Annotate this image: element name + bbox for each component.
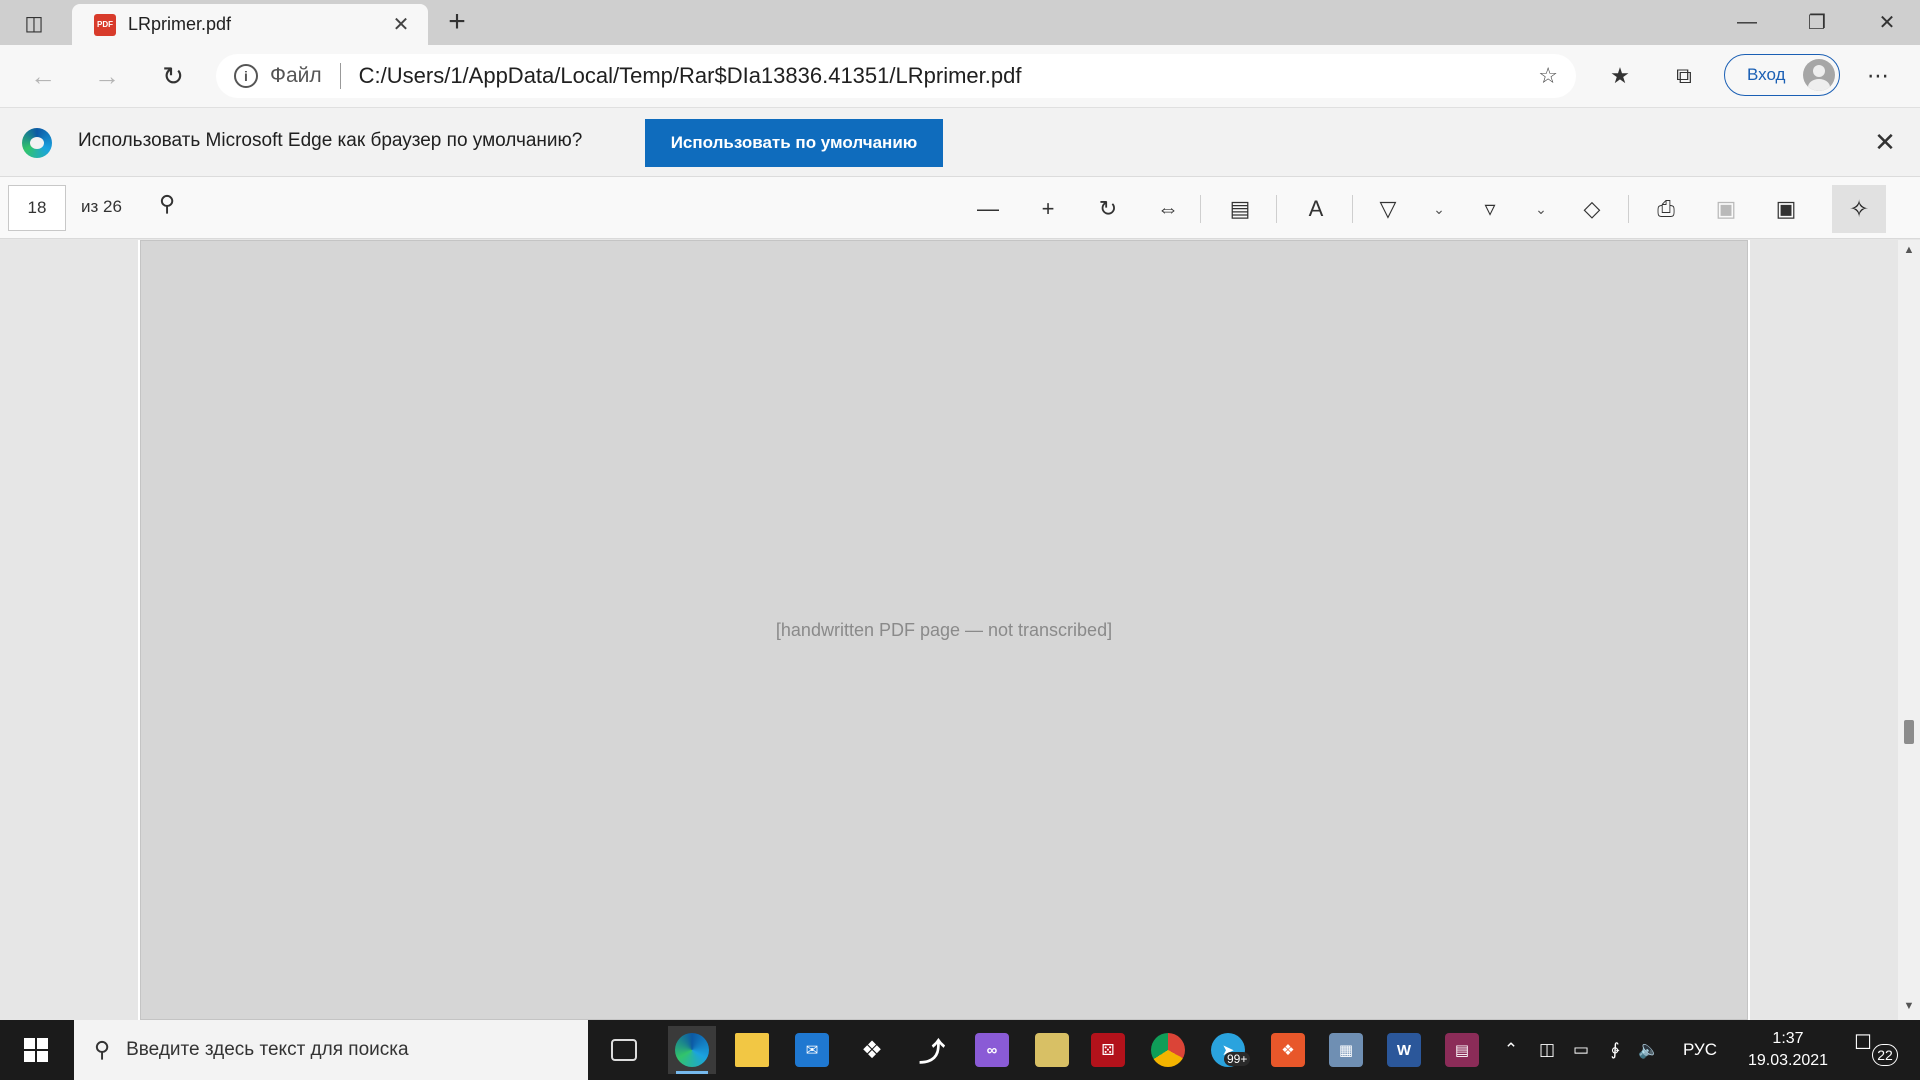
draw-icon[interactable]: ▽ xyxy=(1368,189,1408,229)
save-as-icon[interactable]: ▣ xyxy=(1766,189,1806,229)
title-bar: ◫ PDF LRprimer.pdf ✕ + — ❐ ✕ xyxy=(0,0,1920,45)
tab-close-icon[interactable]: ✕ xyxy=(386,12,416,37)
scroll-down-icon[interactable]: ▼ xyxy=(1898,1000,1920,1016)
tab-actions-icon[interactable]: ◫ xyxy=(14,8,54,38)
start-button[interactable] xyxy=(0,1020,72,1080)
infobar-message: Использовать Microsoft Edge как браузер … xyxy=(78,130,583,151)
favorites-icon[interactable]: ★ xyxy=(1600,58,1640,94)
fit-width-icon[interactable]: ⇔ xyxy=(1148,189,1188,229)
rotate-icon[interactable]: ↻ xyxy=(1088,189,1128,229)
edge-app-icon[interactable] xyxy=(668,1026,716,1074)
address-bar[interactable]: i Файл C:/Users/1/AppData/Local/Temp/Rar… xyxy=(216,54,1576,98)
signin-button[interactable]: Вход xyxy=(1724,54,1840,96)
word-icon[interactable]: W xyxy=(1380,1026,1428,1074)
address-scheme: Файл xyxy=(270,64,322,87)
taskbar-search[interactable]: ⚲ Введите здесь текст для поиска xyxy=(74,1020,588,1080)
toolbar-divider xyxy=(1628,195,1629,223)
battery-icon[interactable]: ▭ xyxy=(1566,1020,1596,1080)
avatar xyxy=(1803,59,1835,91)
pdf-toolbar: 18 из 26 ⚲ — + ↻ ⇔ ▤ A ▽ ⌄ ▿ ⌄ ◇ ⎙ ▣ ▣ ✧ xyxy=(0,177,1920,239)
pin-icon[interactable]: ✧ xyxy=(1832,185,1886,233)
set-default-button[interactable]: Использовать по умолчанию xyxy=(645,119,943,167)
mail-icon[interactable]: ✉ xyxy=(788,1026,836,1074)
tab-title: LRprimer.pdf xyxy=(128,14,232,34)
new-tab-button[interactable]: + xyxy=(440,6,474,40)
tray-overflow-icon[interactable]: ⌃ xyxy=(1496,1020,1526,1080)
page-content-note: [handwritten PDF page — not transcribed] xyxy=(775,619,1113,640)
minus-icon[interactable]: — xyxy=(968,189,1008,229)
clock-time: 1:37 xyxy=(1772,1030,1804,1047)
app-bolt-icon[interactable]: ⤴ xyxy=(908,1026,956,1074)
page-total: из 26 xyxy=(81,197,122,216)
highlight-options-chevron-icon[interactable]: ⌄ xyxy=(1530,189,1552,229)
language-indicator[interactable]: РУС xyxy=(1676,1020,1724,1080)
read-aloud-icon[interactable]: A xyxy=(1296,189,1336,229)
notification-center-icon[interactable]: ☐ 22 xyxy=(1854,1030,1898,1070)
print-icon[interactable]: ⎙ xyxy=(1646,189,1686,229)
dice-game-icon[interactable]: ⚄ xyxy=(1084,1026,1132,1074)
windows-logo-icon xyxy=(24,1038,48,1062)
browser-toolbar: ← → ↻ i Файл C:/Users/1/AppData/Local/Te… xyxy=(0,45,1920,107)
close-window-button[interactable]: ✕ xyxy=(1856,0,1918,45)
page-view-icon[interactable]: ▤ xyxy=(1220,189,1260,229)
back-button[interactable]: ← xyxy=(20,53,66,99)
highlight-icon[interactable]: ▿ xyxy=(1470,189,1510,229)
volume-icon[interactable]: 🔈 xyxy=(1634,1020,1664,1080)
search-icon: ⚲ xyxy=(94,1037,111,1062)
page-content-placeholder: [handwritten PDF page — not transcribed] xyxy=(140,240,1748,1020)
toolbar-divider xyxy=(1276,195,1277,223)
plus-icon[interactable]: + xyxy=(1028,189,1068,229)
winrar-icon[interactable]: ▤ xyxy=(1438,1026,1486,1074)
visual-studio-icon[interactable]: ∞ xyxy=(968,1026,1016,1074)
eraser-icon[interactable]: ◇ xyxy=(1572,189,1612,229)
pdf-page: [handwritten PDF page — not transcribed] xyxy=(138,240,1750,1020)
device-icon[interactable]: ◫ xyxy=(1532,1020,1562,1080)
task-view-icon[interactable] xyxy=(600,1026,648,1074)
app-window-icon[interactable] xyxy=(1028,1026,1076,1074)
save-icon[interactable]: ▣ xyxy=(1706,189,1746,229)
collections-icon[interactable]: ⧉ xyxy=(1664,58,1704,94)
dropbox-icon[interactable]: ❖ xyxy=(848,1026,896,1074)
more-icon[interactable]: ⋯ xyxy=(1858,58,1898,94)
toolbar-divider xyxy=(1200,195,1201,223)
restore-button[interactable]: ❐ xyxy=(1786,0,1848,45)
search-icon[interactable]: ⚲ xyxy=(150,191,184,225)
pdf-file-icon: PDF xyxy=(94,13,116,36)
address-divider xyxy=(339,63,341,89)
taskbar-search-placeholder: Введите здесь текст для поиска xyxy=(126,1039,409,1060)
file-explorer-icon[interactable] xyxy=(728,1026,776,1074)
clock[interactable]: 1:37 19.03.2021 xyxy=(1740,1028,1836,1072)
chrome-icon[interactable] xyxy=(1144,1026,1192,1074)
forward-button[interactable]: → xyxy=(84,53,130,99)
edge-logo-icon xyxy=(22,128,52,158)
vertical-scrollbar[interactable]: ▲ ▼ xyxy=(1898,240,1920,1020)
address-url[interactable]: C:/Users/1/AppData/Local/Temp/Rar$DIa138… xyxy=(359,63,1539,89)
default-browser-infobar: Использовать Microsoft Edge как браузер … xyxy=(0,107,1920,177)
draw-options-chevron-icon[interactable]: ⌄ xyxy=(1428,189,1450,229)
taskbar: ⚲ Введите здесь текст для поиска ✉ ❖ ⤴ ∞… xyxy=(0,1020,1920,1080)
mail-badge: 99+ xyxy=(1224,1052,1251,1066)
page-number-input[interactable]: 18 xyxy=(8,185,66,231)
refresh-button[interactable]: ↻ xyxy=(150,53,196,99)
calculator-icon[interactable]: ▦ xyxy=(1322,1026,1370,1074)
notification-count: 22 xyxy=(1872,1044,1898,1066)
scroll-up-icon[interactable]: ▲ xyxy=(1898,244,1920,260)
clock-date: 19.03.2021 xyxy=(1747,1052,1829,1069)
info-icon[interactable]: i xyxy=(234,64,258,88)
pdf-viewer[interactable]: [handwritten PDF page — not transcribed]… xyxy=(0,240,1920,1020)
network-icon[interactable]: ∳ xyxy=(1600,1020,1630,1080)
infobar-close-icon[interactable]: ✕ xyxy=(1868,126,1902,160)
toolbar-divider xyxy=(1352,195,1353,223)
app-orange-icon[interactable]: ❖ xyxy=(1264,1026,1312,1074)
browser-tab[interactable]: PDF LRprimer.pdf ✕ xyxy=(72,4,428,45)
minimize-button[interactable]: — xyxy=(1716,0,1778,45)
scroll-thumb[interactable] xyxy=(1904,720,1914,744)
signin-label: Вход xyxy=(1747,65,1786,84)
star-plus-icon[interactable]: ☆ xyxy=(1538,63,1558,89)
telegram-icon[interactable]: ➤ 99+ xyxy=(1204,1026,1252,1074)
